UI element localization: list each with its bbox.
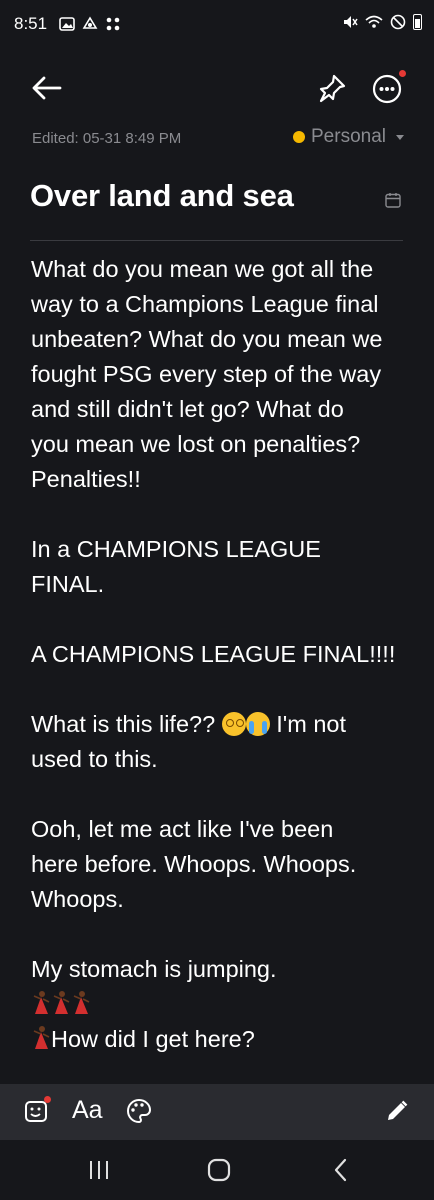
- category-label: Personal: [311, 126, 386, 147]
- battery-icon: [413, 14, 422, 30]
- paragraph-5: Ooh, let me act like I've been here befo…: [31, 816, 357, 912]
- dancer-emoji-icon: [53, 991, 70, 1014]
- more-options-button[interactable]: [366, 68, 408, 110]
- crying-face-emoji-icon: [245, 712, 270, 736]
- mute-icon: [344, 16, 358, 28]
- edited-timestamp: Edited: 05-31 8:49 PM: [32, 130, 182, 147]
- palette-icon[interactable]: [124, 1096, 154, 1126]
- paragraph-6-line2: How did I get here?: [51, 1026, 255, 1052]
- apps-grid-icon: [106, 17, 120, 31]
- paragraph-6: My stomach is jumping. How did I get her…: [31, 952, 411, 1057]
- paragraph-3: A CHAMPIONS LEAGUE FINAL!!!!: [31, 641, 396, 667]
- paragraph-6-line1: My stomach is jumping.: [31, 956, 277, 982]
- back-chevron-icon[interactable]: [326, 1156, 356, 1184]
- system-nav-bar: [0, 1140, 434, 1200]
- category-color-dot: [293, 131, 305, 143]
- editor-toolbar: Aa: [0, 1084, 434, 1140]
- arrow-left-icon[interactable]: [24, 70, 68, 106]
- paragraph-4-line2: used to this.: [31, 746, 158, 772]
- status-time: 8:51: [14, 14, 48, 33]
- wifi-icon: [365, 15, 383, 28]
- calendar-icon[interactable]: [384, 191, 402, 209]
- paragraph-1: What do you mean we got all the way to a…: [31, 256, 383, 492]
- insert-notification-dot: [44, 1096, 51, 1103]
- dancer-emoji-icon: [33, 991, 50, 1014]
- dizzy-face-emoji-icon: [221, 712, 246, 736]
- dnd-icon: [390, 14, 406, 30]
- status-right-icons: [341, 13, 422, 31]
- dancer-emoji-icon: [33, 1026, 50, 1049]
- pin-icon[interactable]: [312, 68, 352, 108]
- chevron-down-icon: [396, 134, 404, 140]
- title-divider: [30, 240, 403, 241]
- status-bar: 8:51: [0, 0, 434, 48]
- paragraph-4-line1-end: I'm not: [276, 711, 347, 737]
- cloud-drive-icon: [82, 16, 98, 29]
- status-left-icons: [58, 15, 122, 33]
- home-icon[interactable]: [204, 1156, 234, 1184]
- dancer-emoji-icon: [73, 991, 90, 1014]
- paragraph-4: What is this life?? I'm not used to this.: [31, 707, 411, 777]
- note-toolbar: [0, 60, 434, 116]
- note-body[interactable]: What do you mean we got all the way to a…: [31, 252, 411, 1057]
- image-icon: [59, 17, 75, 31]
- category-selector[interactable]: Personal: [293, 126, 404, 148]
- note-title[interactable]: Over land and sea: [30, 178, 294, 214]
- text-style-button[interactable]: Aa: [72, 1096, 103, 1125]
- paragraph-2: In a CHAMPIONS LEAGUE FINAL.: [31, 536, 321, 597]
- pencil-icon[interactable]: [382, 1096, 412, 1126]
- note-meta: Edited: 05-31 8:49 PM Personal: [32, 124, 404, 154]
- paragraph-4-line1: What is this life??: [31, 711, 216, 737]
- recents-icon[interactable]: [84, 1156, 114, 1184]
- notification-dot: [399, 70, 406, 77]
